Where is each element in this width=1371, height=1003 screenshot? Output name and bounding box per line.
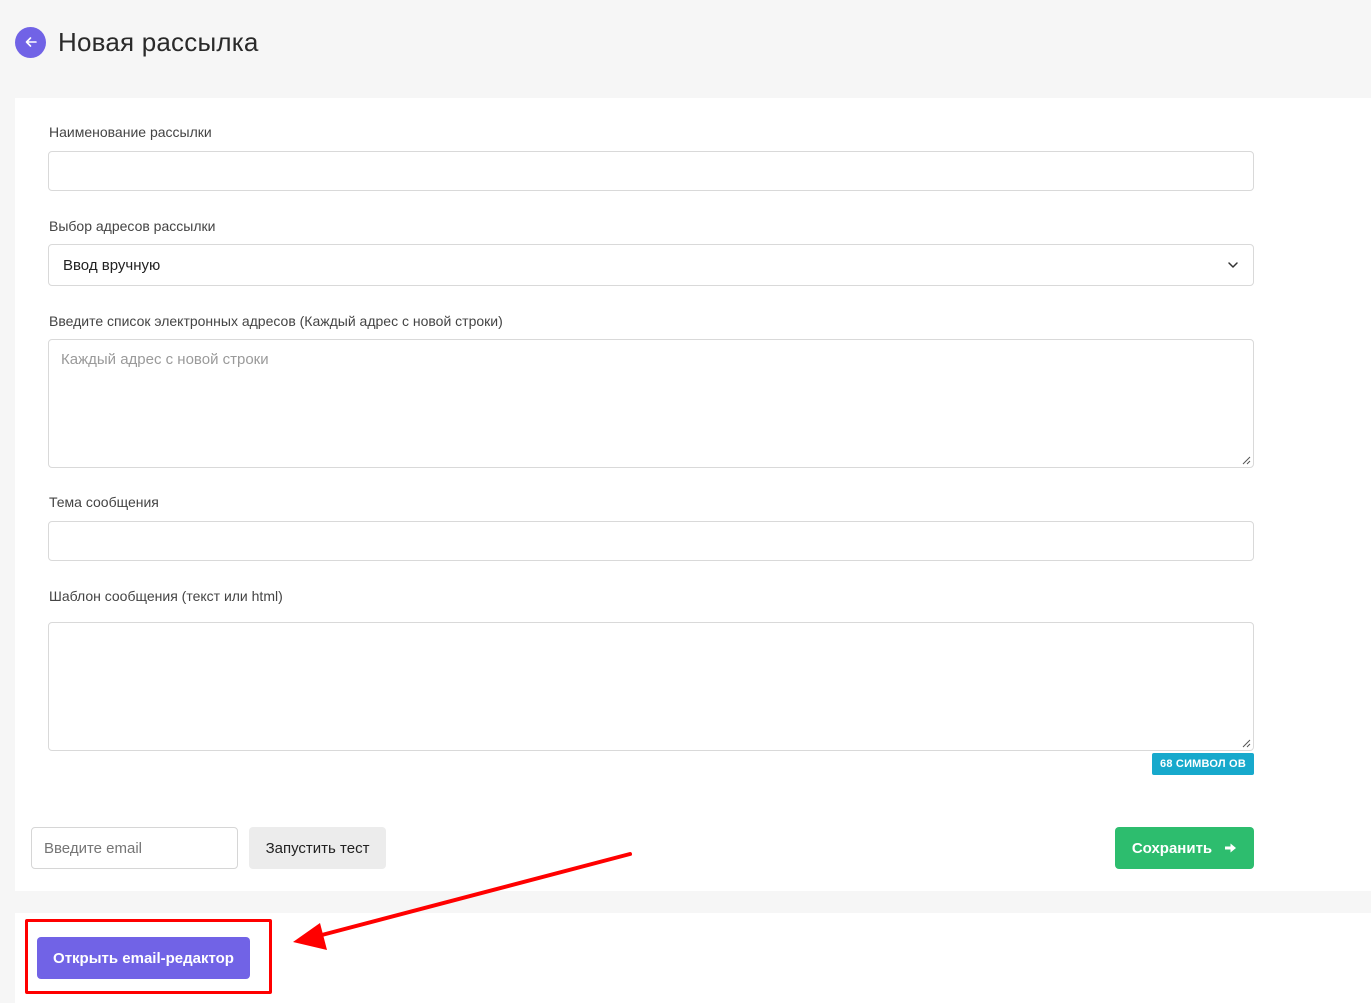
- page-header: Новая рассылка: [15, 26, 259, 58]
- save-button-label: Сохранить: [1131, 839, 1213, 857]
- page-title: Новая рассылка: [58, 26, 259, 57]
- page: Новая рассылка Наименование рассылки Выб…: [0, 0, 1371, 1003]
- char-count-badge: 68 СИМВОЛ ОВ: [1152, 753, 1254, 775]
- resize-handle-icon[interactable]: [1242, 456, 1251, 465]
- form-card: Наименование рассылки Выбор адресов расс…: [15, 98, 1371, 891]
- arrow-left-icon: [25, 37, 37, 47]
- addresses-select[interactable]: Ввод вручную: [48, 244, 1254, 286]
- test-email-input[interactable]: [31, 827, 238, 869]
- run-test-button[interactable]: Запустить тест: [249, 827, 386, 869]
- subject-input[interactable]: [48, 521, 1254, 561]
- emails-textarea[interactable]: [48, 339, 1254, 468]
- emails-label: Введите список электронных адресов (Кажд…: [49, 313, 503, 329]
- back-button[interactable]: [15, 26, 46, 58]
- subject-label: Тема сообщения: [49, 494, 159, 510]
- name-input[interactable]: [48, 151, 1254, 191]
- addresses-label: Выбор адресов рассылки: [49, 218, 216, 234]
- save-button[interactable]: Сохранить: [1115, 827, 1254, 869]
- addresses-select-value: Ввод вручную: [63, 256, 161, 274]
- open-email-editor-button[interactable]: Открыть email-редактор: [37, 937, 250, 979]
- arrow-right-icon: [1225, 843, 1237, 853]
- name-label: Наименование рассылки: [49, 124, 212, 140]
- template-label: Шаблон сообщения (текст или html): [49, 588, 283, 604]
- template-textarea[interactable]: [48, 622, 1254, 751]
- resize-handle-icon[interactable]: [1242, 739, 1251, 748]
- chevron-down-icon: [1228, 262, 1238, 268]
